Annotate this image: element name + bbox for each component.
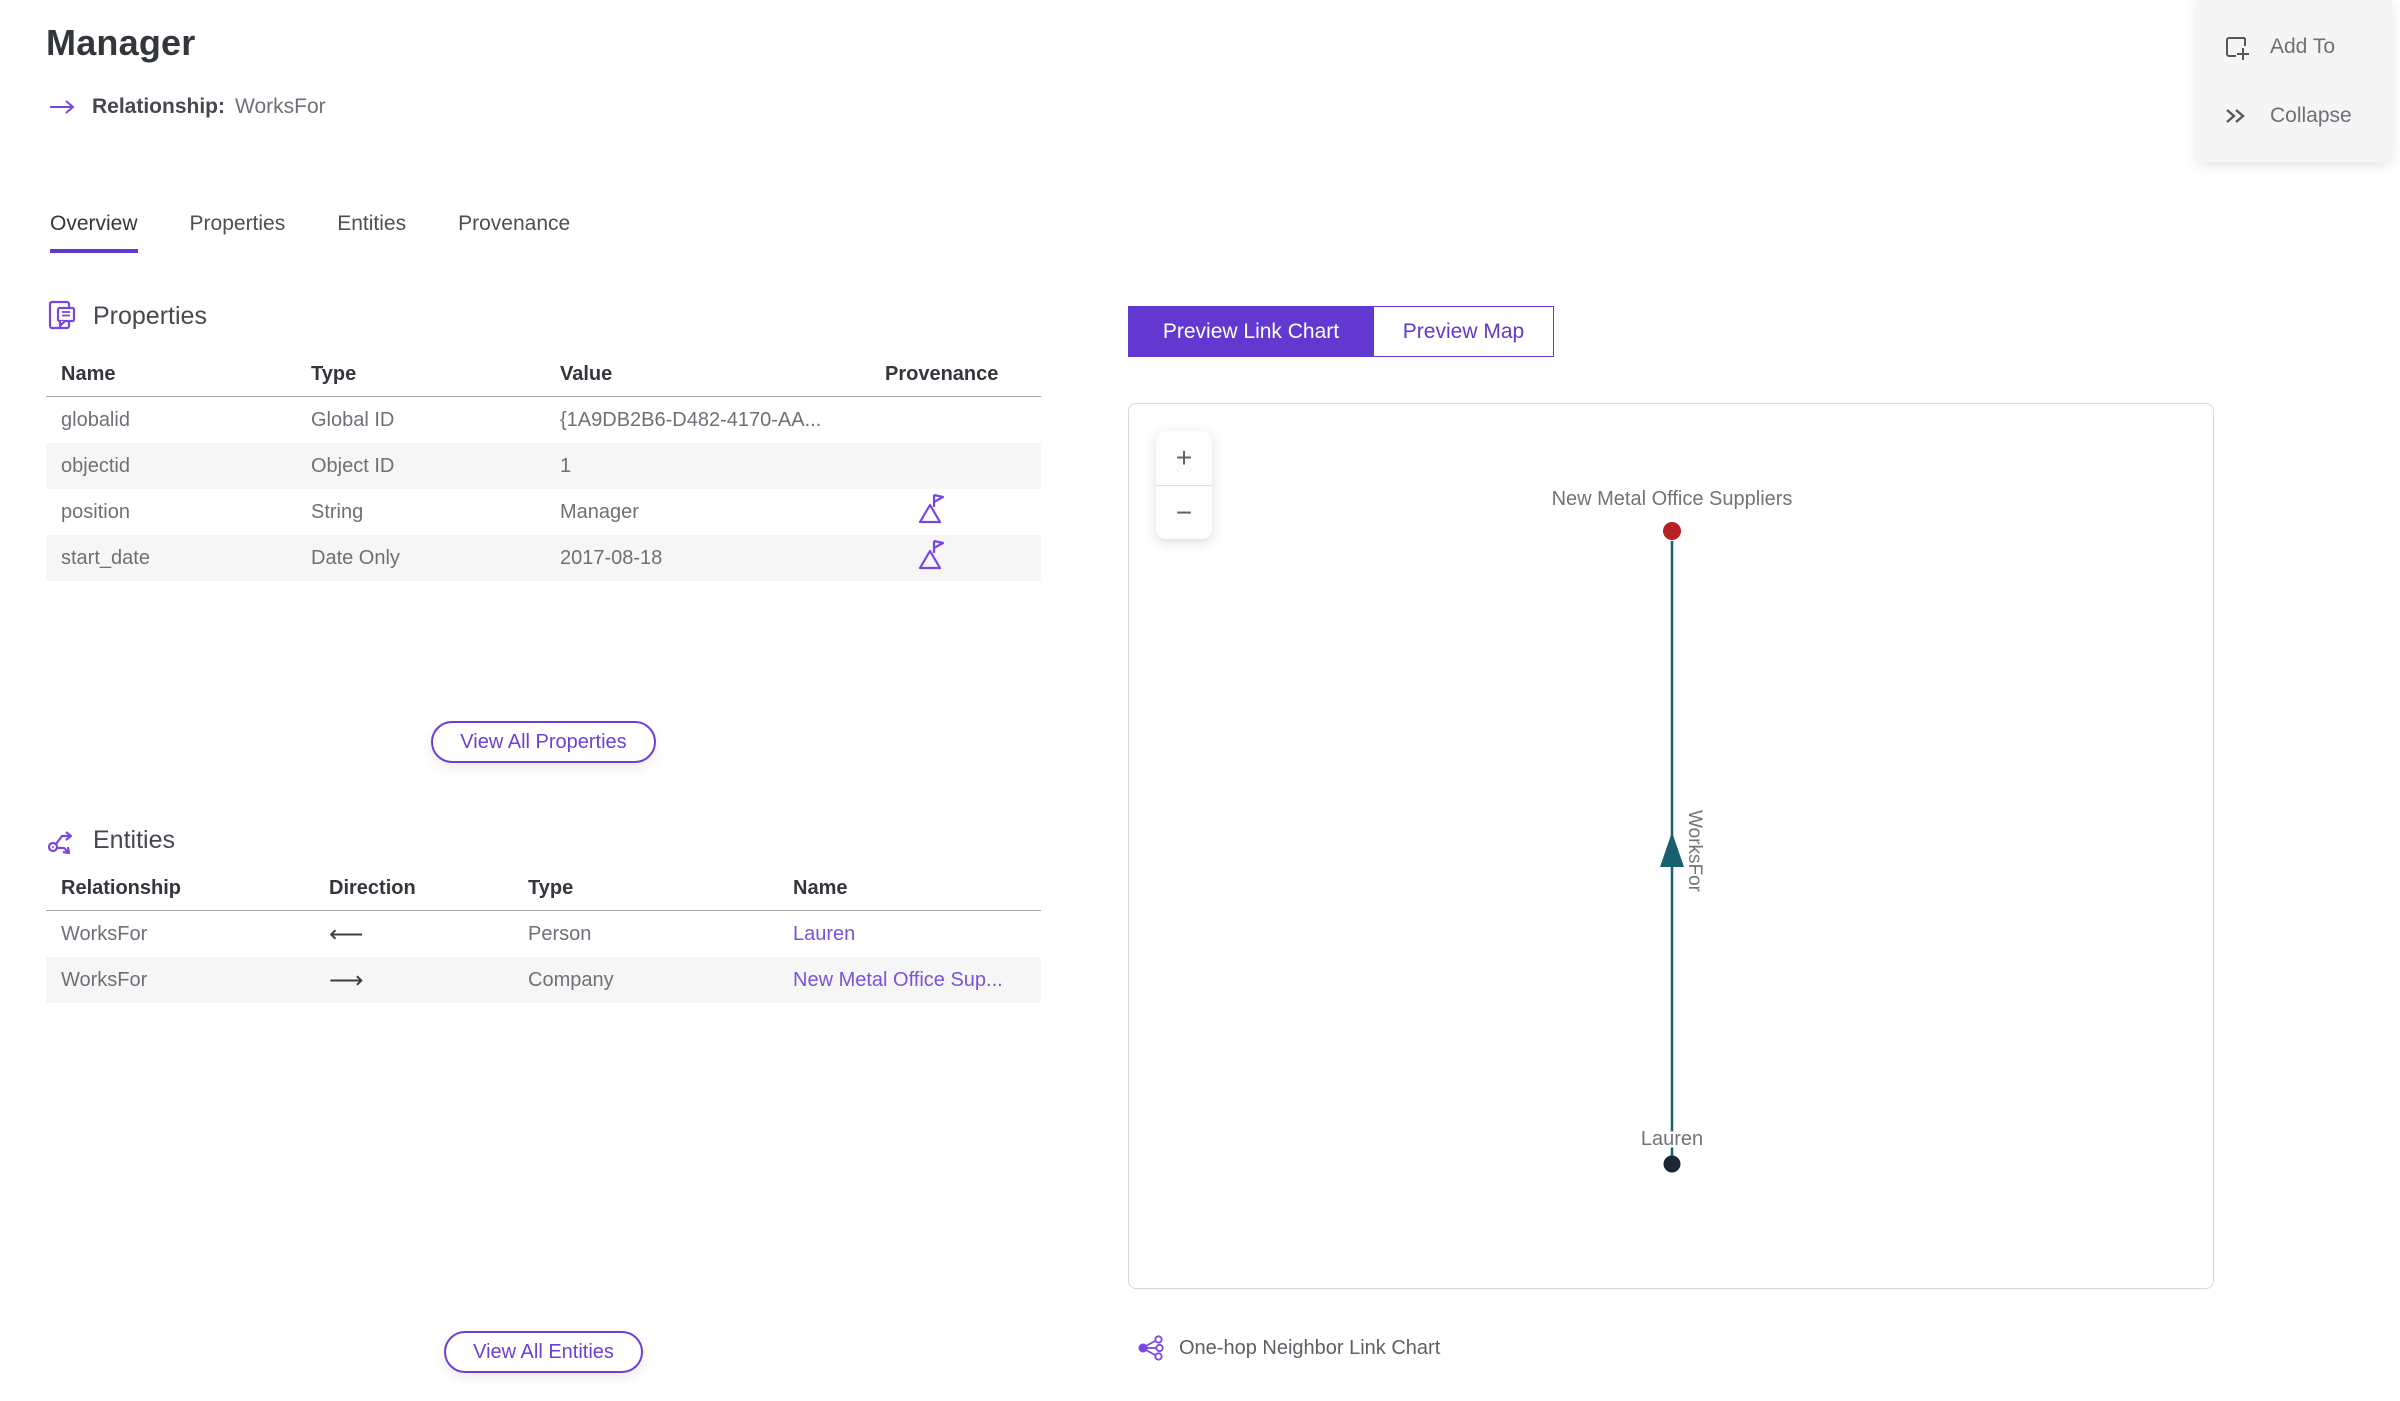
company-node[interactable] [1663, 522, 1681, 540]
prop-name: position [61, 500, 130, 523]
entity-type: Company [528, 968, 614, 991]
relationship-subtitle: Relationship: WorksFor [48, 95, 326, 119]
arrow-right-icon [50, 100, 75, 114]
collapse-label: Collapse [2270, 103, 2352, 127]
zoom-in-button[interactable]: + [1156, 431, 1212, 485]
entities-icon [47, 831, 73, 855]
view-all-properties-button[interactable]: View All Properties [431, 721, 656, 763]
prop-value: 2017-08-18 [560, 546, 663, 569]
prop-value: {1A9DB2B6-D482-4170-AA... [560, 408, 822, 431]
tab-entities[interactable]: Entities [337, 212, 406, 253]
prop-type: String [311, 500, 364, 523]
edge-arrowhead [1660, 832, 1684, 867]
prop-value: Manager [560, 500, 639, 523]
entity-name-link[interactable]: Lauren [778, 923, 1041, 946]
table-row: globalid Global ID {1A9DB2B6-D482-4170-A… [46, 397, 1041, 443]
col-header-value: Value [560, 363, 613, 385]
person-node[interactable] [1663, 1155, 1681, 1173]
add-to-icon [2226, 36, 2249, 60]
collapse-button[interactable]: Collapse [2196, 90, 2392, 142]
tab-properties[interactable]: Properties [190, 212, 286, 253]
table-row: objectid Object ID 1 [46, 443, 1041, 489]
direction-left-arrow: ⟵ [329, 920, 364, 948]
add-to-button[interactable]: Add To [2196, 21, 2392, 73]
col-header-name: Name [61, 363, 116, 385]
col-header-type: Type [311, 363, 357, 385]
entity-relationship: WorksFor [61, 922, 148, 945]
prop-provenance [870, 537, 1041, 579]
properties-table: Name Type Value Provenance globalid Glob… [46, 361, 1041, 581]
view-all-entities-button[interactable]: View All Entities [444, 1331, 643, 1373]
prop-provenance [870, 491, 1041, 533]
properties-table-header: Name Type Value Provenance [46, 361, 1041, 397]
one-hop-link-chart-icon [1138, 1335, 1164, 1361]
relationship-value: WorksFor [235, 95, 326, 118]
detail-tabs: Overview Properties Entities Provenance [50, 212, 570, 253]
prop-name: objectid [61, 454, 130, 477]
entity-relationship: WorksFor [61, 968, 148, 991]
col-header-type: Type [528, 877, 574, 899]
add-to-label: Add To [2270, 34, 2335, 58]
entities-section-header: Entities [46, 821, 1041, 859]
header-actions-panel: Add To Collapse [2196, 0, 2392, 162]
zoom-out-button[interactable]: − [1156, 485, 1212, 539]
link-chart-graph: New Metal Office Suppliers WorksFor Laur… [1549, 486, 1795, 1173]
col-header-direction: Direction [329, 877, 416, 899]
properties-icon [48, 300, 76, 330]
zoom-control: + − [1156, 431, 1212, 539]
overview-left-column: Properties Name Type Value Provenance gl… [46, 297, 1041, 1373]
prop-value: 1 [560, 454, 572, 477]
double-chevron-right-icon [2226, 108, 2245, 123]
chart-caption-text: One-hop Neighbor Link Chart [1179, 1336, 1441, 1359]
entities-table-header: Relationship Direction Type Name [46, 875, 1041, 911]
prop-name: start_date [61, 546, 150, 569]
tab-overview[interactable]: Overview [50, 212, 138, 253]
entity-name-link[interactable]: New Metal Office Sup... [778, 969, 1041, 992]
table-row: position String Manager [46, 489, 1041, 535]
preview-toggle: Preview Link Chart Preview Map [1128, 306, 1554, 357]
relationship-detail-page: Manager Relationship: WorksFor Add To Co… [0, 0, 2400, 1401]
tab-provenance[interactable]: Provenance [458, 212, 570, 253]
table-row: start_date Date Only 2017-08-18 [46, 535, 1041, 581]
prop-type: Global ID [311, 408, 395, 431]
company-node-label: New Metal Office Suppliers [1552, 488, 1793, 510]
preview-map-tab[interactable]: Preview Map [1373, 307, 1553, 356]
properties-section-header: Properties [46, 297, 1041, 335]
entities-table: Relationship Direction Type Name WorksFo… [46, 875, 1041, 1003]
link-chart-panel: + − New Metal Office Suppliers WorksFor … [1128, 403, 2214, 1289]
preview-link-chart-tab[interactable]: Preview Link Chart [1129, 307, 1373, 356]
prop-name: globalid [61, 408, 130, 431]
edge-label: WorksFor [1684, 810, 1705, 893]
chart-caption: One-hop Neighbor Link Chart [1128, 1335, 2218, 1361]
table-row: WorksFor ⟶ Company New Metal Office Sup.… [46, 957, 1041, 1003]
prop-type: Date Only [311, 546, 400, 569]
table-row: WorksFor ⟵ Person Lauren [46, 911, 1041, 957]
preview-column: Preview Link Chart Preview Map + − New M… [1128, 306, 2218, 1361]
properties-section-title: Properties [93, 301, 207, 330]
provenance-flag-icon[interactable] [915, 491, 947, 527]
entity-type: Person [528, 922, 592, 945]
relationship-label: Relationship: [92, 95, 226, 118]
prop-type: Object ID [311, 454, 395, 477]
col-header-relationship: Relationship [61, 877, 182, 899]
col-header-name: Name [793, 877, 848, 899]
person-node-label: Lauren [1641, 1128, 1703, 1150]
entities-section-title: Entities [93, 825, 175, 854]
col-header-provenance: Provenance [885, 363, 999, 385]
page-title: Manager [46, 22, 196, 63]
provenance-flag-icon[interactable] [915, 537, 947, 573]
direction-right-arrow: ⟶ [329, 966, 364, 994]
